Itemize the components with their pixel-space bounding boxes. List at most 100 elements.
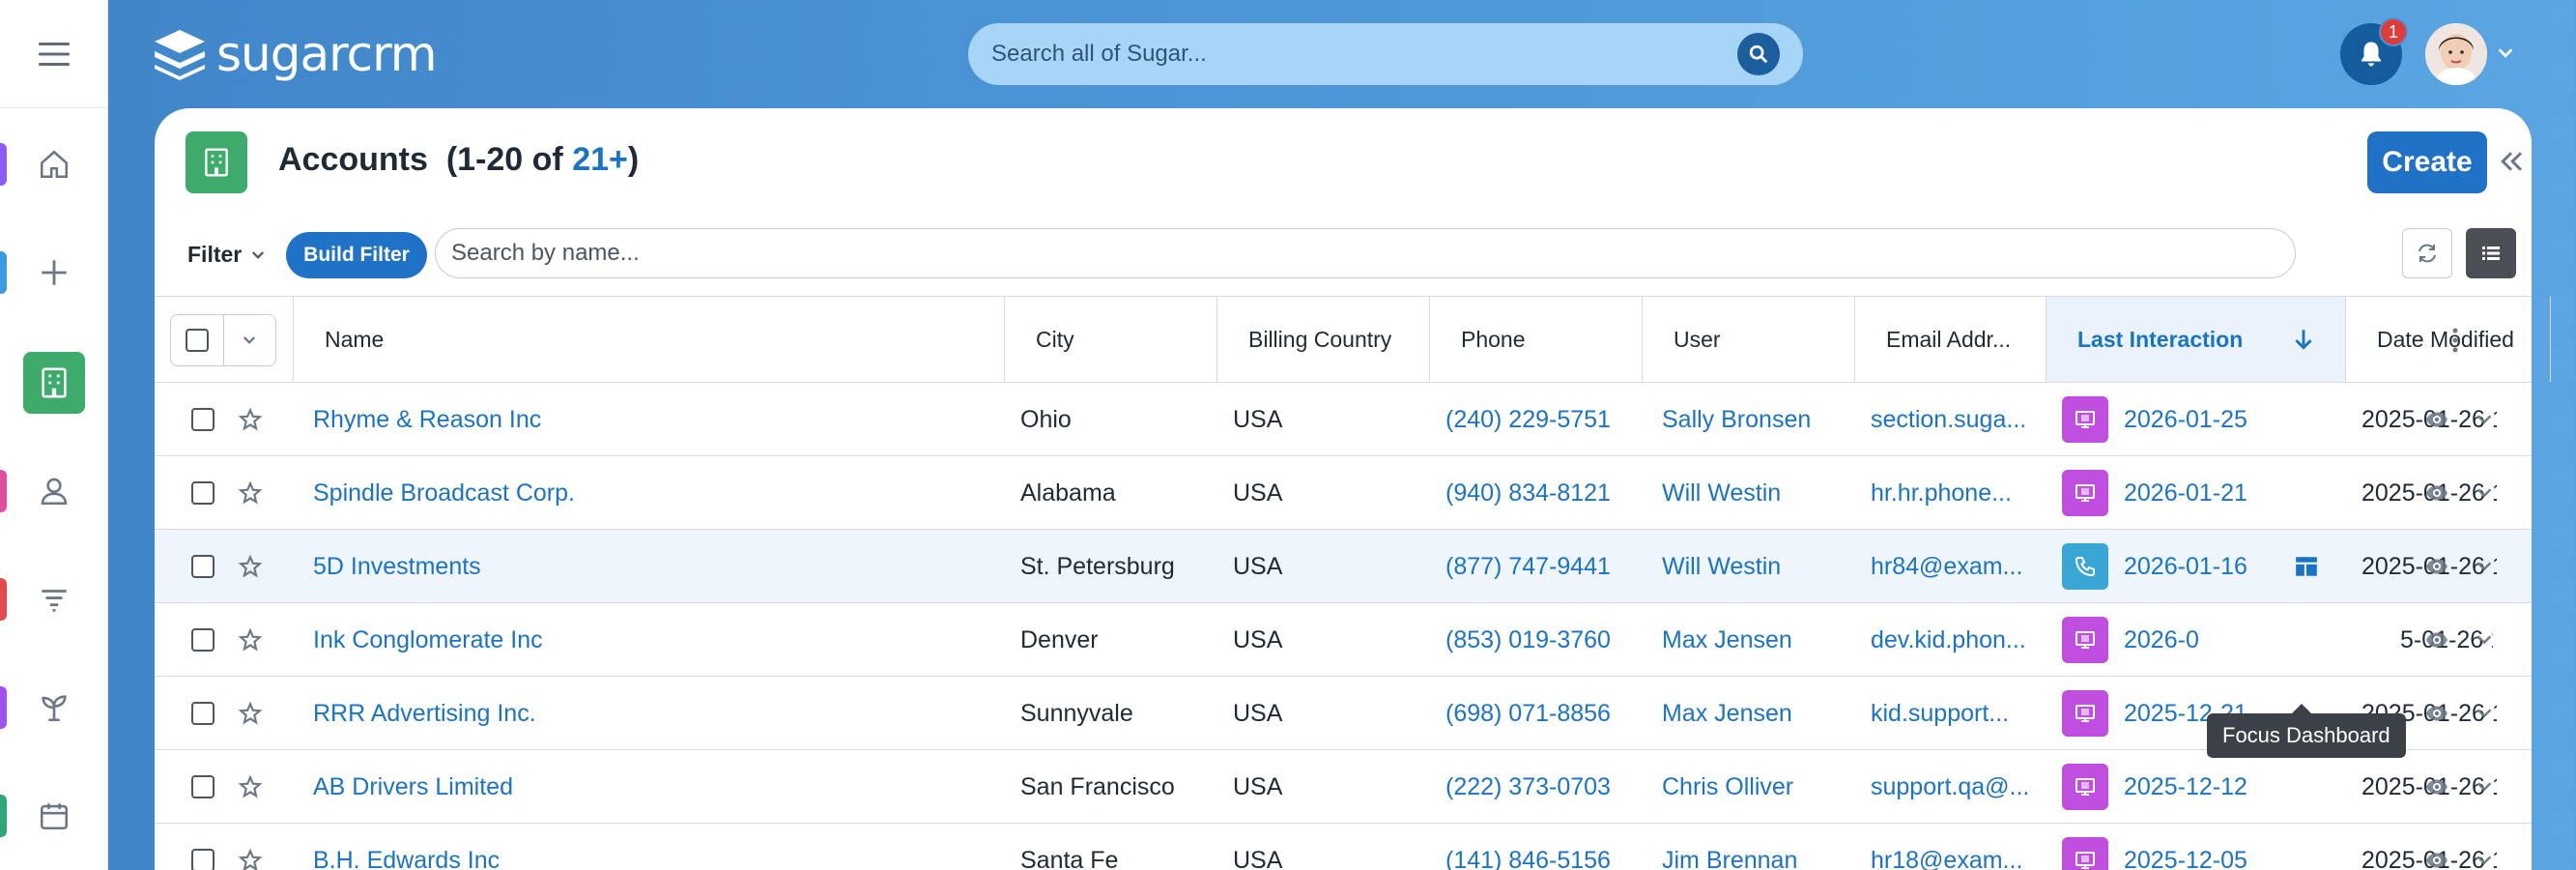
select-all-checkbox[interactable] — [171, 315, 224, 365]
row-checkbox[interactable] — [191, 456, 215, 530]
user-avatar[interactable] — [2425, 23, 2487, 85]
row-checkbox[interactable] — [191, 750, 215, 824]
row-actions-dropdown[interactable] — [2474, 677, 2495, 750]
phone-link[interactable]: (877) 747-9441 — [1445, 530, 1639, 603]
column-header-city[interactable]: City — [1005, 297, 1217, 382]
focus-dashboard-button[interactable] — [2294, 530, 2319, 603]
account-name-link[interactable]: Ink Conglomerate Inc — [313, 603, 989, 677]
row-actions-dropdown[interactable] — [2474, 456, 2495, 530]
column-header-name[interactable]: Name — [294, 297, 1005, 382]
column-header-email[interactable]: Email Addr... — [1855, 297, 2046, 382]
double-chevron-left-icon[interactable] — [2497, 147, 2526, 176]
favorite-star[interactable] — [238, 456, 263, 530]
row-checkbox[interactable] — [191, 824, 215, 870]
email-link[interactable]: support.qa@... — [1871, 750, 2033, 824]
row-actions-dropdown[interactable] — [2474, 603, 2495, 677]
rail-item-quick-create[interactable] — [0, 234, 108, 311]
user-link[interactable]: Max Jensen — [1662, 677, 1851, 750]
favorite-star[interactable] — [238, 750, 263, 824]
table-row[interactable]: Rhyme & Reason Inc Ohio USA (240) 229-5751 S… — [155, 383, 2532, 456]
favorite-star[interactable] — [238, 677, 263, 750]
rail-item-accounts[interactable] — [0, 344, 108, 421]
user-link[interactable]: Chris Olliver — [1662, 750, 1851, 824]
rail-item-leads[interactable] — [0, 561, 108, 638]
account-name-link[interactable]: Rhyme & Reason Inc — [313, 383, 989, 456]
phone-link[interactable]: (141) 846-5156 — [1445, 824, 1639, 870]
account-name-link[interactable]: RRR Advertising Inc. — [313, 677, 989, 750]
preview-button[interactable] — [2425, 824, 2448, 870]
table-row[interactable]: Ink Conglomerate Inc Denver USA (853) 019-3… — [155, 603, 2532, 677]
favorite-star[interactable] — [238, 383, 263, 456]
rail-item-home[interactable] — [0, 126, 108, 203]
row-checkbox[interactable] — [191, 383, 215, 456]
build-filter-button[interactable]: Build Filter — [286, 232, 427, 278]
favorite-star[interactable] — [238, 530, 263, 603]
phone-link[interactable]: (698) 071-8856 — [1445, 677, 1639, 750]
rail-item-opportunities[interactable] — [0, 669, 108, 746]
menu-toggle[interactable] — [0, 0, 108, 108]
phone-link[interactable]: (222) 373-0703 — [1445, 750, 1639, 824]
notifications-button[interactable]: 1 — [2340, 17, 2408, 85]
user-link[interactable]: Max Jensen — [1662, 603, 1851, 677]
rail-item-calendar[interactable] — [0, 777, 108, 855]
column-header-date-modified[interactable]: Date Modified — [2346, 297, 2551, 382]
phone-link[interactable]: (853) 019-3760 — [1445, 603, 1639, 677]
table-row[interactable]: Spindle Broadcast Corp. Alabama USA (940) 8… — [155, 456, 2532, 530]
row-actions-dropdown[interactable] — [2474, 530, 2495, 603]
email-link[interactable]: hr84@exam... — [1871, 530, 2033, 603]
user-link[interactable]: Will Westin — [1662, 530, 1851, 603]
last-interaction-date-link[interactable]: 2026-01-25 — [2124, 406, 2247, 434]
user-menu-chevron-down-icon[interactable] — [2495, 43, 2516, 64]
favorite-star[interactable] — [238, 603, 263, 677]
create-button[interactable]: Create — [2367, 131, 2487, 193]
column-header-user[interactable]: User — [1643, 297, 1855, 382]
user-link[interactable]: Sally Bronsen — [1662, 383, 1851, 456]
sugarcrm-logo[interactable]: sugarcrm — [153, 25, 437, 83]
user-link[interactable]: Will Westin — [1662, 456, 1851, 530]
column-header-last-interaction[interactable]: Last Interaction — [2046, 297, 2346, 382]
email-link[interactable]: section.suga... — [1871, 383, 2033, 456]
row-actions-dropdown[interactable] — [2474, 383, 2495, 456]
row-checkbox[interactable] — [191, 530, 215, 603]
last-interaction-date-link[interactable]: 2026-01-21 — [2124, 479, 2247, 508]
last-interaction-date-link[interactable]: 2025-12-05 — [2124, 847, 2247, 870]
email-link[interactable]: hr.hr.phone... — [1871, 456, 2033, 530]
last-interaction-date-link[interactable]: 2026-01-16 — [2124, 553, 2247, 581]
list-view-toggle[interactable] — [2466, 228, 2516, 278]
record-count-total-link[interactable]: 21+ — [572, 141, 628, 178]
table-row[interactable]: B.H. Edwards Inc Santa Fe USA (141) 846-515… — [155, 824, 2532, 870]
last-interaction-date-link[interactable]: 2026-0 — [2124, 626, 2199, 654]
column-header-billing-country[interactable]: Billing Country — [1217, 297, 1430, 382]
last-interaction-date-link[interactable]: 2025-12-12 — [2124, 773, 2247, 801]
row-actions-dropdown[interactable] — [2474, 750, 2495, 824]
row-checkbox[interactable] — [191, 603, 215, 677]
account-name-link[interactable]: 5D Investments — [313, 530, 989, 603]
global-search-button[interactable] — [1737, 33, 1780, 75]
preview-button[interactable] — [2425, 603, 2448, 677]
row-checkbox[interactable] — [191, 677, 215, 750]
preview-button[interactable] — [2425, 530, 2448, 603]
phone-link[interactable]: (240) 229-5751 — [1445, 383, 1639, 456]
user-link[interactable]: Jim Brennan — [1662, 824, 1851, 870]
preview-button[interactable] — [2425, 456, 2448, 530]
account-name-link[interactable]: Spindle Broadcast Corp. — [313, 456, 989, 530]
account-name-link[interactable]: AB Drivers Limited — [313, 750, 989, 824]
phone-link[interactable]: (940) 834-8121 — [1445, 456, 1639, 530]
preview-button[interactable] — [2425, 677, 2448, 750]
table-row[interactable]: RRR Advertising Inc. Sunnyvale USA (698) 07… — [155, 677, 2532, 750]
preview-button[interactable] — [2425, 383, 2448, 456]
account-name-link[interactable]: B.H. Edwards Inc — [313, 824, 989, 870]
column-header-phone[interactable]: Phone — [1430, 297, 1643, 382]
favorite-star[interactable] — [238, 824, 263, 870]
row-actions-dropdown[interactable] — [2474, 824, 2495, 870]
table-row[interactable]: AB Drivers Limited San Francisco USA (222) … — [155, 750, 2532, 824]
email-link[interactable]: dev.kid.phon... — [1871, 603, 2033, 677]
email-link[interactable]: kid.support... — [1871, 677, 2033, 750]
global-search-input[interactable] — [991, 41, 1737, 68]
email-link[interactable]: hr18@exam... — [1871, 824, 2033, 870]
mass-action-dropdown[interactable] — [224, 315, 275, 365]
rail-item-contacts[interactable] — [0, 452, 108, 530]
filter-dropdown[interactable]: Filter — [187, 242, 267, 268]
table-row[interactable]: 5D Investments St. Petersburg USA (877) 747… — [155, 530, 2532, 603]
preview-button[interactable] — [2425, 750, 2448, 824]
